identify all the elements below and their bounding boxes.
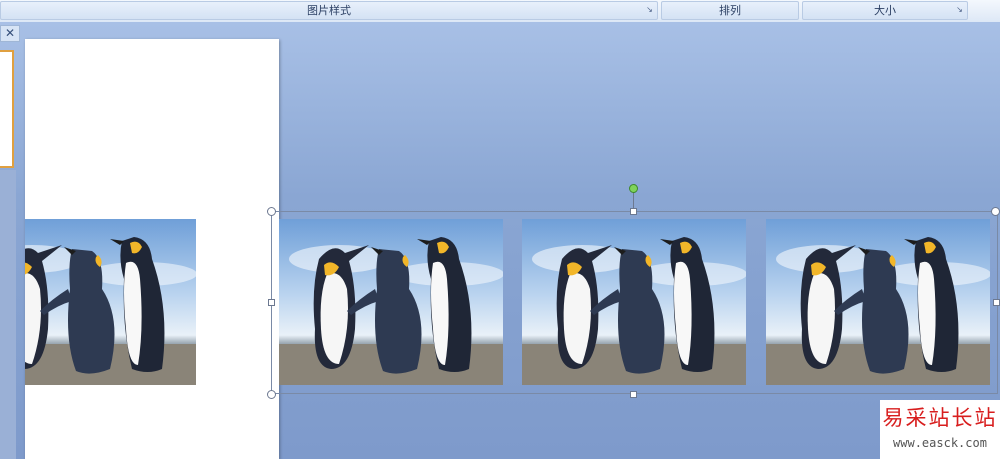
selection-frame[interactable]: [271, 211, 998, 394]
penguin-image-partial[interactable]: [25, 219, 196, 385]
resize-handle-bottom[interactable]: [630, 391, 637, 398]
group-label: 图片样式: [307, 4, 351, 17]
group-label: 排列: [719, 4, 741, 17]
resize-handle-bottom-left[interactable]: [267, 390, 276, 399]
resize-handle-right[interactable]: [993, 299, 1000, 306]
ribbon-group-picture-styles[interactable]: 图片样式 ↘: [0, 1, 658, 20]
resize-handle-top-right[interactable]: [991, 207, 1000, 216]
watermark-title: 易采站长站: [882, 406, 998, 430]
ribbon-group-arrange[interactable]: 排列: [661, 1, 799, 20]
dialog-launcher-icon[interactable]: ↘: [955, 5, 964, 14]
ribbon: 图片样式 ↘ 排列 大小 ↘: [0, 0, 1000, 23]
rotation-handle[interactable]: [629, 184, 638, 193]
group-label: 大小: [874, 4, 896, 17]
resize-handle-top[interactable]: [630, 208, 637, 215]
resize-handle-left[interactable]: [268, 299, 275, 306]
dialog-launcher-icon[interactable]: ↘: [645, 5, 654, 14]
slide-thumbnail[interactable]: [0, 50, 14, 168]
close-icon[interactable]: ✕: [0, 25, 20, 42]
resize-handle-top-left[interactable]: [267, 207, 276, 216]
slide-pane-strip: [0, 170, 16, 459]
watermark: 易采站长站 www.easck.com: [880, 400, 1000, 459]
watermark-url: www.easck.com: [893, 436, 987, 450]
ribbon-group-size[interactable]: 大小 ↘: [802, 1, 968, 20]
